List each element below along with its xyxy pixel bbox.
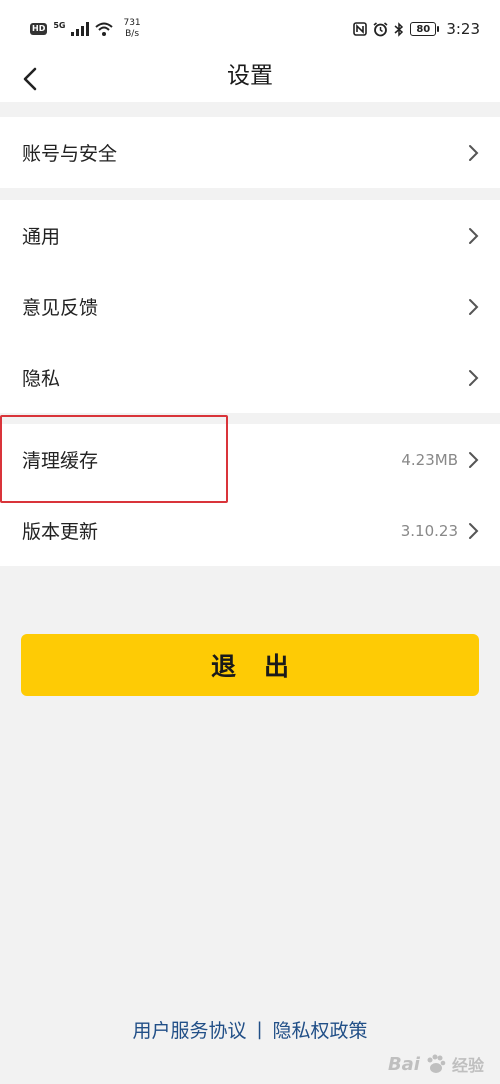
watermark-suffix: 经验 bbox=[451, 1056, 484, 1075]
status-left: HD 5G 731 B/s bbox=[30, 18, 141, 40]
paw-logo-icon bbox=[427, 1054, 446, 1073]
footer-separator: | bbox=[256, 1019, 263, 1040]
settings-group-general: 通用 意见反馈 隐私 bbox=[0, 200, 500, 413]
settings-item-label: 版本更新 bbox=[22, 521, 99, 543]
cache-size-value: 4.23MB bbox=[401, 450, 458, 469]
net-speed-unit: B/s bbox=[125, 29, 140, 39]
settings-item-feedback[interactable]: 意见反馈 bbox=[0, 271, 500, 342]
watermark-brand: Bai bbox=[387, 1053, 420, 1075]
settings-item-version-update[interactable]: 版本更新 3.10.23 bbox=[0, 495, 500, 566]
clock-time: 3:23 bbox=[446, 20, 480, 38]
nfc-icon bbox=[353, 22, 368, 36]
net-speed-value: 731 bbox=[123, 18, 141, 28]
settings-item-label: 意见反馈 bbox=[22, 297, 99, 319]
signal-icon bbox=[71, 22, 90, 36]
chevron-right-icon bbox=[469, 144, 479, 161]
settings-item-general[interactable]: 通用 bbox=[0, 200, 500, 271]
status-right: 80 3:23 bbox=[353, 20, 480, 38]
settings-item-label: 账号与安全 bbox=[22, 143, 118, 165]
alarm-icon bbox=[373, 21, 388, 36]
logout-button[interactable]: 退出 bbox=[21, 634, 479, 696]
settings-group-account: 账号与安全 bbox=[0, 117, 500, 188]
settings-item-privacy[interactable]: 隐私 bbox=[0, 342, 500, 413]
hd-icon: HD bbox=[30, 23, 48, 35]
chevron-right-icon bbox=[469, 451, 479, 468]
wifi-icon bbox=[95, 22, 114, 36]
version-value: 3.10.23 bbox=[400, 521, 458, 540]
chevron-right-icon bbox=[469, 298, 479, 315]
settings-item-account-security[interactable]: 账号与安全 bbox=[0, 117, 500, 188]
bluetooth-icon bbox=[394, 21, 404, 37]
settings-item-label: 清理缓存 bbox=[22, 450, 99, 472]
settings-item-label: 通用 bbox=[22, 226, 61, 248]
status-bar: HD 5G 731 B/s 80 3:23 bbox=[0, 0, 500, 58]
settings-group-app: 清理缓存 4.23MB 版本更新 3.10.23 bbox=[0, 424, 500, 566]
privacy-policy-link[interactable]: 隐私权政策 bbox=[273, 1016, 368, 1043]
chevron-right-icon bbox=[469, 227, 479, 244]
chevron-right-icon bbox=[469, 369, 479, 386]
battery-icon: 80 bbox=[410, 22, 440, 36]
settings-item-clear-cache[interactable]: 清理缓存 4.23MB bbox=[0, 424, 500, 495]
settings-item-label: 隐私 bbox=[22, 368, 61, 390]
baidu-watermark: Bai 经验 bbox=[388, 1052, 484, 1076]
nav-bar: 设置 bbox=[0, 58, 500, 102]
footer-links: 用户服务协议 | 隐私权政策 bbox=[0, 1016, 500, 1043]
chevron-right-icon bbox=[469, 522, 479, 539]
network-type: 5G bbox=[53, 20, 66, 30]
page-title: 设置 bbox=[227, 63, 273, 89]
user-agreement-link[interactable]: 用户服务协议 bbox=[132, 1016, 246, 1043]
net-speed: 731 B/s bbox=[123, 18, 140, 40]
